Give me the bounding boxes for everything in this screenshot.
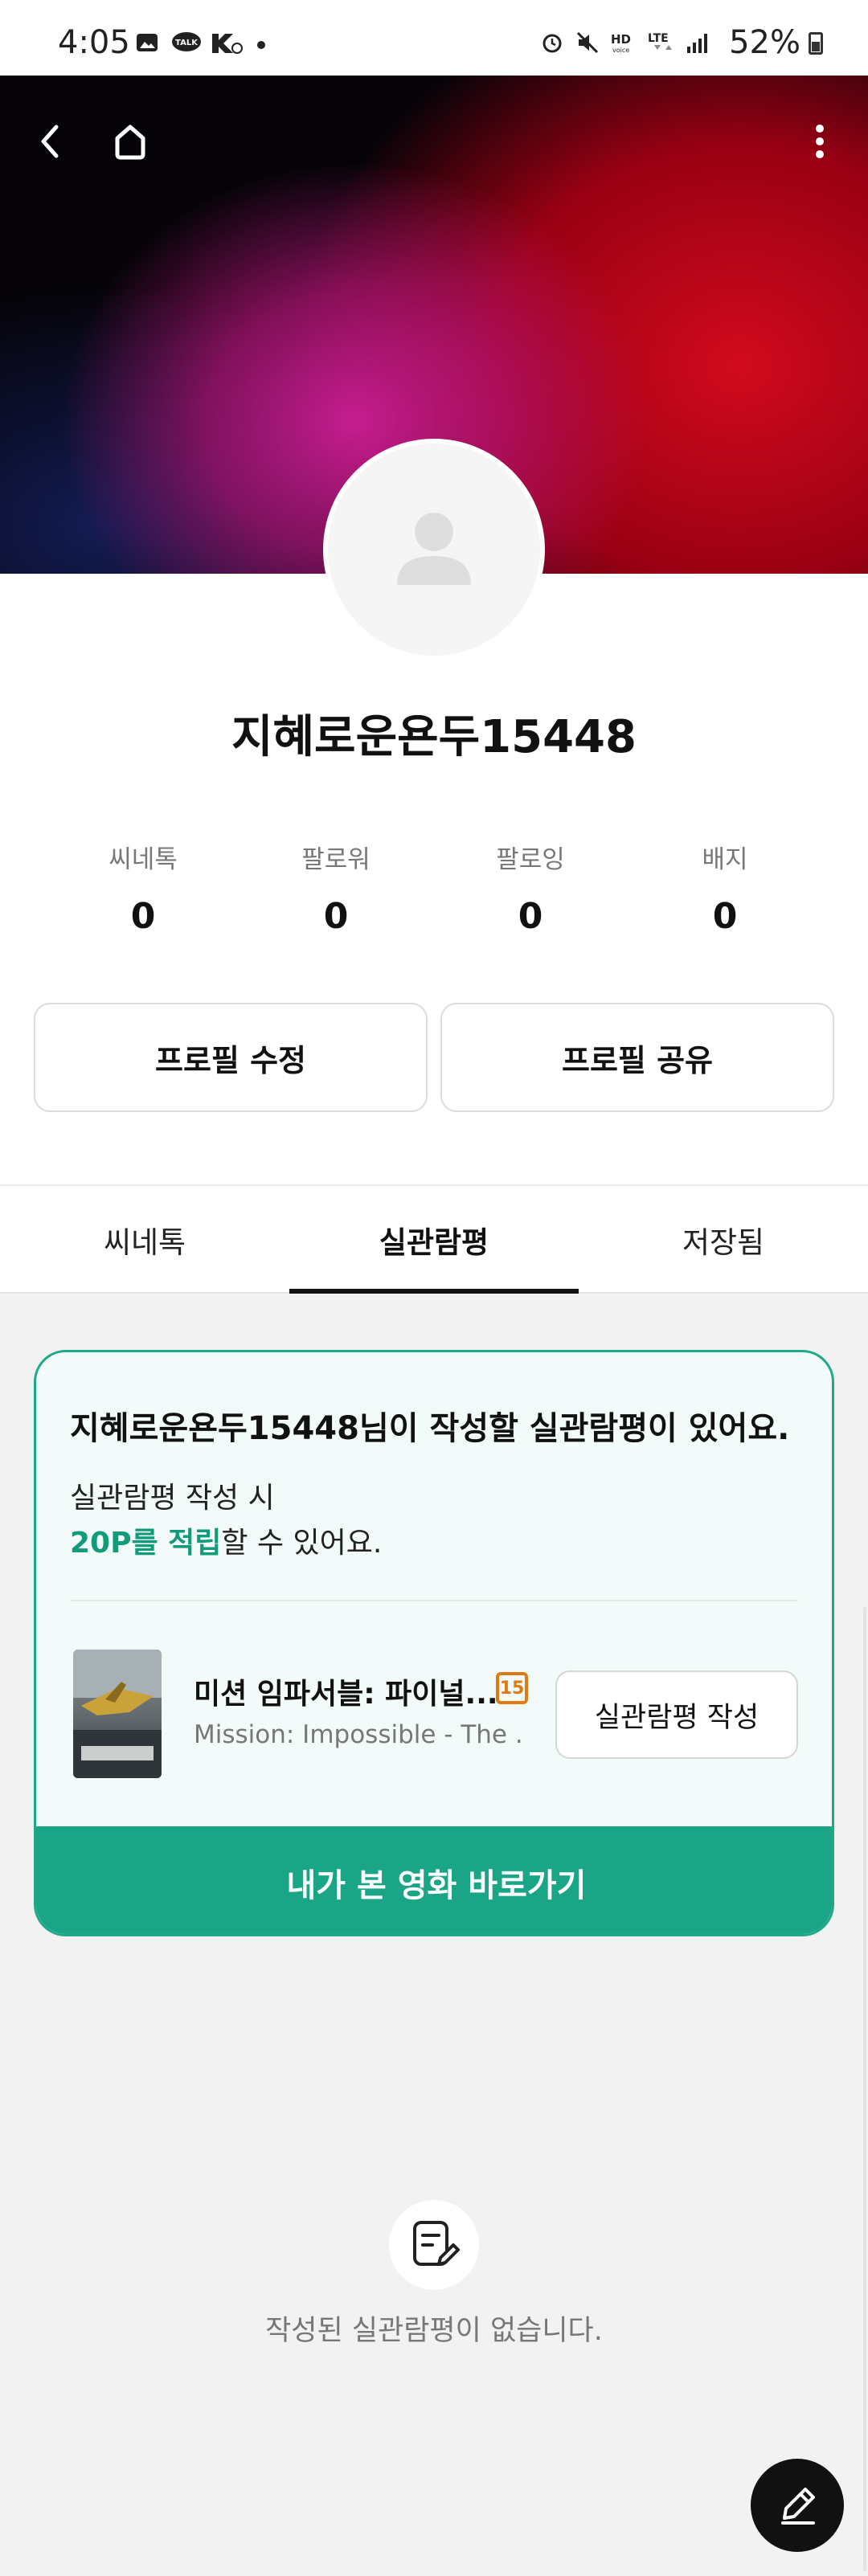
hd-voice-icon: HD voice bbox=[611, 32, 631, 54]
stat-followers[interactable]: 팔로워 0 bbox=[256, 839, 416, 937]
username: 지혜로운욘두15448 bbox=[231, 711, 637, 763]
movie-original-title: Mission: Impossible - The ... bbox=[194, 1720, 523, 1749]
battery-percentage: 52% bbox=[729, 24, 800, 61]
card-title: 지혜로운욘두15448님이 작성할 실관람평이 있어요. bbox=[70, 1410, 790, 1447]
age-rating-badge: 15 bbox=[496, 1672, 528, 1704]
alarm-icon bbox=[542, 34, 562, 53]
active-tab-indicator bbox=[289, 1289, 579, 1294]
document-edit-icon bbox=[413, 2221, 460, 2266]
write-review-button[interactable]: 실관람평 작성 bbox=[555, 1670, 798, 1759]
reward-suffix: 할 수 있어요. bbox=[221, 1527, 383, 1560]
status-bar: 4:05 TALK HD voice LTE 52% bbox=[0, 0, 868, 76]
mute-icon bbox=[576, 31, 599, 54]
svg-text:TALK: TALK bbox=[175, 39, 199, 47]
scrollbar[interactable] bbox=[863, 1607, 866, 2571]
battery-icon bbox=[809, 32, 823, 55]
more-options-button[interactable] bbox=[788, 109, 852, 174]
lte-icon: LTE bbox=[648, 32, 672, 50]
stat-badges[interactable]: 배지 0 bbox=[645, 839, 805, 937]
tab-cinetalk[interactable]: 씨네톡 bbox=[0, 1186, 289, 1294]
poster-image bbox=[73, 1650, 162, 1778]
stat-label: 팔로워 bbox=[301, 845, 371, 874]
tab-saved[interactable]: 저장됨 bbox=[579, 1186, 868, 1294]
card-description: 실관람평 작성 시 bbox=[70, 1482, 275, 1515]
svg-text:LTE: LTE bbox=[648, 32, 669, 45]
dot-icon bbox=[257, 41, 265, 49]
svg-text:HD: HD bbox=[611, 32, 631, 47]
signal-icon bbox=[687, 34, 707, 53]
movie-poster[interactable] bbox=[73, 1650, 162, 1778]
stat-value: 0 bbox=[130, 896, 156, 937]
talk-icon: TALK bbox=[172, 32, 201, 51]
card-divider bbox=[70, 1600, 798, 1601]
tab-reviews[interactable]: 실관람평 bbox=[289, 1186, 579, 1294]
k5-icon bbox=[212, 34, 243, 54]
reward-highlight: 20P를 적립 bbox=[70, 1527, 222, 1560]
image-icon bbox=[137, 34, 158, 51]
review-prompt-card: 지혜로운욘두15448님이 작성할 실관람평이 있어요. 실관람평 작성 시 2… bbox=[34, 1350, 834, 1936]
home-button[interactable] bbox=[98, 109, 162, 174]
profile-tabs: 씨네톡 실관람평 저장됨 bbox=[0, 1186, 868, 1294]
stat-label: 씨네톡 bbox=[108, 845, 178, 874]
profile-section: 지혜로운욘두15448 씨네톡 0 팔로워 0 팔로잉 0 배지 0 프로필 수… bbox=[0, 574, 868, 1184]
empty-state-icon-wrap bbox=[389, 2200, 479, 2290]
share-profile-button[interactable]: 프로필 공유 bbox=[440, 1003, 834, 1112]
svg-text:voice: voice bbox=[612, 47, 629, 54]
go-to-watched-movies-button[interactable]: 내가 본 영화 바로가기 bbox=[36, 1826, 832, 1934]
edit-profile-button[interactable]: 프로필 수정 bbox=[34, 1003, 428, 1112]
empty-state-text: 작성된 실관람평이 없습니다. bbox=[265, 2315, 603, 2347]
stat-value: 0 bbox=[323, 896, 349, 937]
card-reward-text: 20P를 적립할 수 있어요. bbox=[70, 1519, 382, 1561]
movie-title: 미션 임파서블: 파이널... bbox=[194, 1678, 498, 1711]
user-placeholder-icon bbox=[397, 513, 471, 585]
stat-label: 팔로잉 bbox=[496, 845, 565, 874]
stat-following[interactable]: 팔로잉 0 bbox=[450, 839, 611, 937]
avatar[interactable] bbox=[323, 439, 545, 660]
stat-value: 0 bbox=[518, 896, 543, 937]
back-button[interactable] bbox=[18, 109, 82, 174]
status-time: 4:05 bbox=[58, 24, 130, 61]
stat-label: 배지 bbox=[702, 845, 748, 874]
stat-cinetalk[interactable]: 씨네톡 0 bbox=[63, 839, 223, 937]
write-fab-button[interactable] bbox=[751, 2459, 844, 2552]
pencil-icon bbox=[781, 2488, 815, 2525]
stat-value: 0 bbox=[712, 896, 738, 937]
